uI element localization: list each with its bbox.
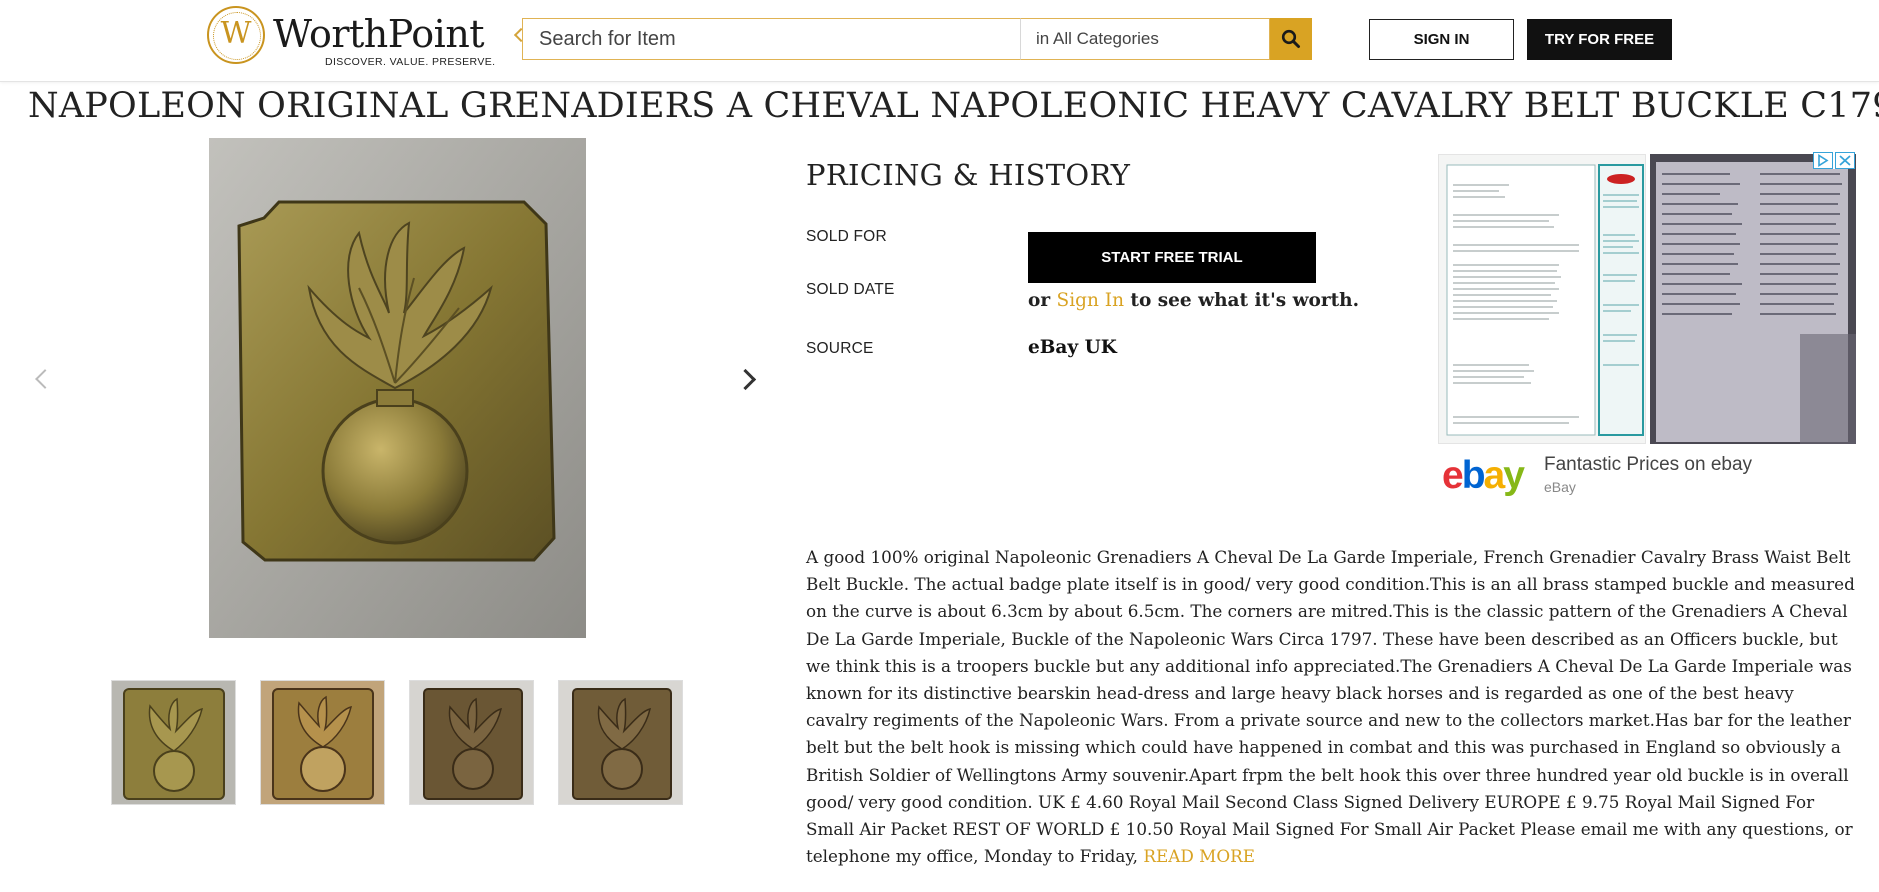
ebay-logo-letter-y: y	[1503, 454, 1525, 497]
thumbnail-1[interactable]	[111, 680, 236, 805]
ad-image-file-list[interactable]	[1650, 154, 1856, 444]
or-text: or	[1028, 290, 1057, 311]
main-item-image[interactable]	[209, 138, 586, 638]
ad-image-document[interactable]	[1438, 154, 1646, 444]
item-description: A good 100% original Napoleonic Grenadie…	[806, 544, 1858, 870]
sign-in-link[interactable]: Sign In	[1057, 290, 1124, 311]
sign-in-prompt: or Sign In to see what it's worth.	[1028, 290, 1359, 311]
page-title: NAPOLEON ORIGINAL GRENADIERS A CHEVAL NA…	[28, 86, 1879, 126]
thumbnail-2[interactable]	[260, 680, 385, 805]
sign-in-button[interactable]: SIGN IN	[1369, 19, 1514, 60]
gallery-prev-arrow[interactable]	[32, 366, 52, 392]
worth-text: to see what it's worth.	[1123, 290, 1360, 311]
site-header: W WorthPoint DISCOVER. VALUE. PRESERVE. …	[0, 0, 1879, 82]
ad-choices-badge[interactable]	[1813, 152, 1855, 169]
ebay-logo-letter-a: a	[1483, 454, 1506, 497]
search-field	[522, 18, 1021, 60]
sold-date-label: SOLD DATE	[806, 281, 895, 298]
pricing-heading: PRICING & HISTORY	[806, 158, 1131, 192]
search-icon	[1281, 29, 1300, 48]
thumbnail-3[interactable]	[409, 680, 534, 805]
sold-for-label: SOLD FOR	[806, 228, 887, 245]
worthpoint-logo[interactable]: W WorthPoint DISCOVER. VALUE. PRESERVE.	[207, 6, 495, 70]
try-for-free-button[interactable]: TRY FOR FREE	[1527, 19, 1672, 60]
ad-title[interactable]: Fantastic Prices on ebay	[1544, 454, 1752, 476]
search-button[interactable]	[1270, 18, 1312, 60]
ebay-logo[interactable]: ebay	[1442, 454, 1525, 498]
logo-w-mark: W	[220, 16, 252, 51]
advertisement[interactable]: ebay Fantastic Prices on ebay eBay	[1438, 152, 1856, 500]
logo-tagline: DISCOVER. VALUE. PRESERVE.	[325, 56, 496, 68]
thumbnail-4[interactable]	[558, 680, 683, 805]
ad-choices-icon	[1813, 152, 1833, 169]
category-select[interactable]: in All Categories	[1020, 18, 1270, 60]
source-value: eBay UK	[1028, 337, 1117, 358]
search-input[interactable]	[523, 19, 1021, 59]
ad-source: eBay	[1544, 479, 1576, 495]
ebay-logo-letter-b: b	[1461, 454, 1486, 497]
logo-name: WorthPoint	[273, 12, 485, 56]
category-select-value: in All Categories	[1036, 29, 1159, 48]
read-more-link[interactable]: READ MORE	[1143, 846, 1255, 866]
source-label: SOURCE	[806, 340, 874, 357]
ebay-logo-letter-e: e	[1442, 454, 1464, 497]
gallery-next-arrow[interactable]	[738, 366, 758, 392]
description-text: A good 100% original Napoleonic Grenadie…	[806, 547, 1855, 867]
start-free-trial-button[interactable]: START FREE TRIAL	[1028, 232, 1316, 283]
